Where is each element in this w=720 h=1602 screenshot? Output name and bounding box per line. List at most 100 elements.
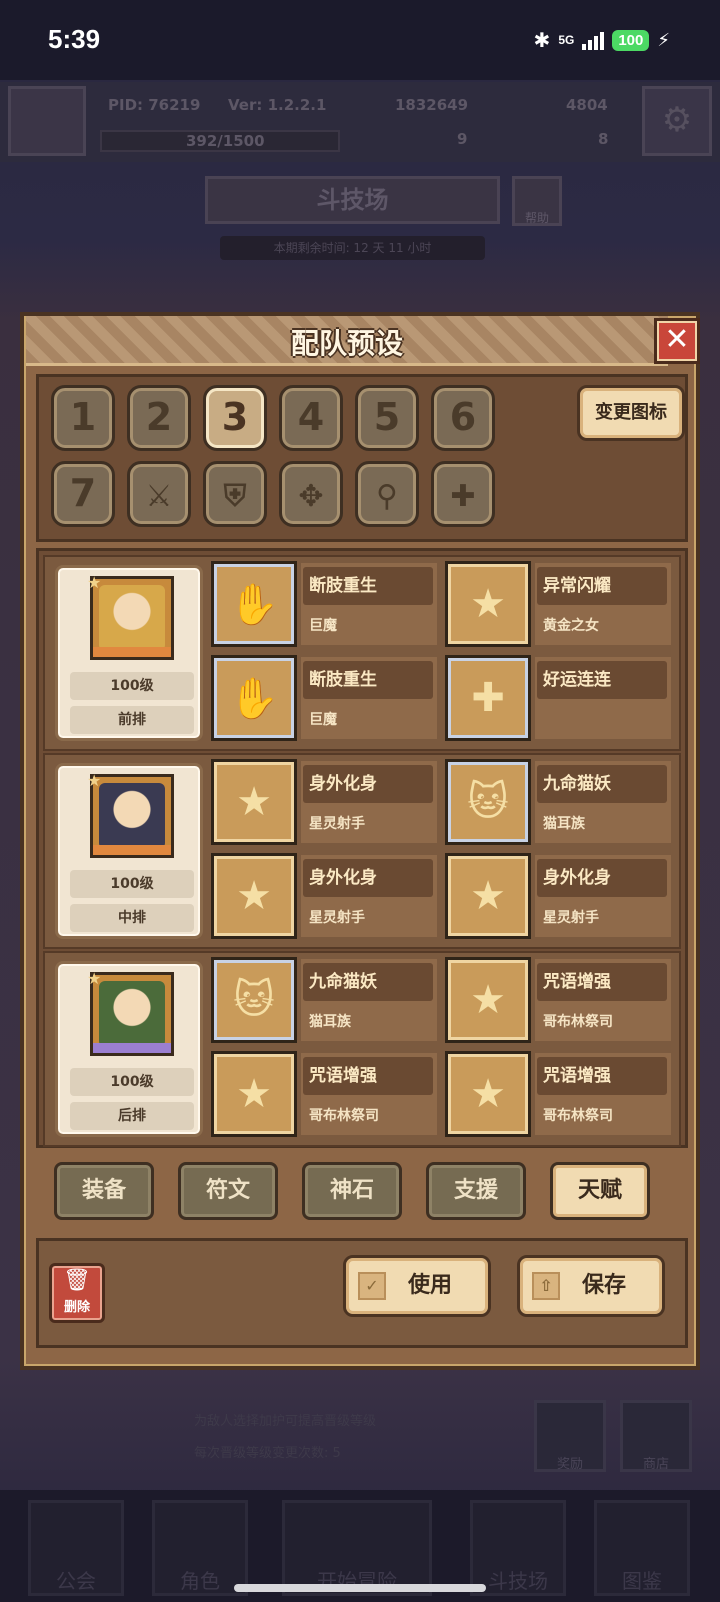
game-version: Ver: 1.2.2.1 (228, 96, 327, 114)
skill-icon-button[interactable]: ★ (445, 1051, 531, 1137)
skill-source: 星灵射手 (309, 816, 365, 832)
skill-info: 异常闪耀黄金之女 (535, 563, 671, 645)
check-icon: ✓ (358, 1272, 386, 1300)
skill-source: 星灵射手 (309, 910, 365, 926)
tab-1[interactable]: 符文 (178, 1162, 278, 1220)
skill-name: 异常闪耀 (537, 567, 667, 605)
character-card[interactable]: ★ 100级 中排 (55, 763, 203, 939)
skill-source: 黄金之女 (543, 618, 599, 634)
preset-slot-7[interactable]: 7 (51, 461, 115, 527)
nav-character[interactable]: 角色 (152, 1500, 248, 1596)
player-id: PID: 76219 (108, 96, 201, 114)
tip-line-1: 为敌人选择加护可提高晋级等级 (194, 1414, 377, 1429)
skill-slot: ✋ 断肢重生 巨魔 (211, 561, 437, 647)
preset-slot-6[interactable]: 6 (431, 385, 495, 451)
skill-name: 好运连连 (537, 661, 667, 699)
shop-button[interactable]: 商店 (620, 1400, 692, 1472)
tab-4[interactable]: 天赋 (550, 1162, 650, 1220)
resource-b-count: 8 (598, 130, 609, 148)
nav-guild[interactable]: 公会 (28, 1500, 124, 1596)
player-avatar (8, 86, 86, 156)
skill-icon-button[interactable]: ✋ (211, 561, 297, 647)
preset-slot-3[interactable]: 3 (203, 385, 267, 451)
skill-slot: ★ 异常闪耀黄金之女 (445, 561, 671, 647)
help-button[interactable]: 帮助 (512, 176, 562, 226)
hand-icon: ✋ (229, 581, 279, 628)
close-button[interactable]: ✕ (654, 318, 700, 364)
preset-slot-10[interactable]: ✥ (279, 461, 343, 527)
preset-slot-5[interactable]: 5 (355, 385, 419, 451)
save-button[interactable]: ⇧ 保存 (517, 1255, 665, 1317)
preset-slot-9[interactable]: ⛨ (203, 461, 267, 527)
battery-indicator: 100 (612, 29, 650, 51)
preset-slot-grid: 变更图标 1 2 3 4 5 6 7 ⚔ ⛨ ✥ ⚲ ✚ (36, 374, 688, 542)
preset-slot-number: 2 (145, 395, 173, 439)
dialog-footer: 🗑 删除 ✓ 使用 ⇧ 保存 (36, 1238, 688, 1348)
change-icon-button[interactable]: 变更图标 (577, 385, 685, 441)
skill-icon-button[interactable]: ★ (211, 1051, 297, 1137)
preset-slot-12[interactable]: ✚ (431, 461, 495, 527)
character-portrait: ★ (87, 771, 174, 858)
skill-info: 咒语增强 哥布林祭司 (535, 1053, 671, 1135)
skill-slot: 🐱 九命猫妖 猫耳族 (211, 957, 437, 1043)
gem-count: 4804 (566, 96, 608, 114)
skill-icon-button[interactable]: ★ (445, 561, 531, 647)
tab-0[interactable]: 装备 (54, 1162, 154, 1220)
nav-start-adventure[interactable]: 开始冒险 (282, 1500, 432, 1596)
nav-codex[interactable]: 图鉴 (594, 1500, 690, 1596)
xp-text: 392/1500 (186, 132, 265, 150)
dialog-title: 配队预设 (290, 327, 403, 360)
skill-icon-button[interactable]: ★ (445, 853, 531, 939)
skill-icon-button[interactable]: ★ (211, 853, 297, 939)
skill-name: 身外化身 (537, 859, 667, 897)
arena-title: 斗技场 (205, 176, 500, 224)
reward-button[interactable]: 奖励 (534, 1400, 606, 1472)
skill-slot: ✋ 断肢重生 巨魔 (211, 655, 437, 741)
clover-icon: ✚ (471, 675, 505, 721)
crossbow-icon: ✥ (298, 479, 324, 514)
character-card[interactable]: ★ 100级 前排 (55, 565, 203, 741)
skill-name: 九命猫妖 (537, 765, 667, 803)
skill-info: 九命猫妖 猫耳族 (301, 959, 437, 1041)
skill-info: 咒语增强 哥布林祭司 (535, 959, 671, 1041)
preset-slot-11[interactable]: ⚲ (355, 461, 419, 527)
skill-slot: ★ 身外化身 星灵射手 (211, 759, 437, 845)
skill-info: 咒语增强 哥布林祭司 (301, 1053, 437, 1135)
tab-3[interactable]: 支援 (426, 1162, 526, 1220)
signal-icon (582, 30, 605, 50)
delete-button[interactable]: 🗑 删除 (49, 1263, 105, 1323)
close-icon: ✕ (664, 322, 690, 357)
status-time: 5:39 (48, 24, 101, 54)
staff-icon: ⚲ (376, 479, 398, 514)
character-position: 前排 (70, 706, 194, 734)
skill-icon-button[interactable]: ✚ (445, 655, 531, 741)
character-card[interactable]: ★ 100级 后排 (55, 961, 203, 1137)
resource-a-count: 9 (457, 130, 468, 148)
character-face (99, 981, 165, 1047)
character-position: 中排 (70, 904, 194, 932)
cross-icon: ✚ (450, 479, 476, 514)
skill-name: 咒语增强 (303, 1057, 433, 1095)
tip-line-2: 每次晋级等级变更次数: 5 (194, 1446, 341, 1461)
settings-gear-icon[interactable]: ⚙ (642, 86, 712, 156)
skill-icon-button[interactable]: ★ (445, 957, 531, 1043)
team-row-2: ★ 100级 中排 ★ 身外化身 星灵射手 🐱 九命猫妖 猫耳族 ★ 身外化身 星灵射手 ★ 身外化身 星灵… (43, 753, 681, 949)
preset-slot-8[interactable]: ⚔ (127, 461, 191, 527)
skill-name: 身外化身 (303, 859, 433, 897)
star-icon: ★ (470, 581, 506, 627)
preset-slot-number: 3 (221, 395, 249, 439)
skill-icon-button[interactable]: ✋ (211, 655, 297, 741)
home-indicator (234, 1584, 486, 1592)
star-icon: ★ (470, 873, 506, 919)
team-row-1: ★ 100级 前排 ✋ 断肢重生 巨魔 ★ 异常闪耀黄金之女 ✋ 断肢重生 巨魔 ✚ 好运连连 (43, 555, 681, 751)
preset-slot-1[interactable]: 1 (51, 385, 115, 451)
skill-icon-button[interactable]: ★ (211, 759, 297, 845)
preset-slot-4[interactable]: 4 (279, 385, 343, 451)
nav-arena[interactable]: 斗技场 (470, 1500, 566, 1596)
skill-icon-button[interactable]: 🐱 (211, 957, 297, 1043)
preset-slot-2[interactable]: 2 (127, 385, 191, 451)
tab-2[interactable]: 神石 (302, 1162, 402, 1220)
skill-icon-button[interactable]: 🐱 (445, 759, 531, 845)
skill-slot: 🐱 九命猫妖 猫耳族 (445, 759, 671, 845)
use-button[interactable]: ✓ 使用 (343, 1255, 491, 1317)
